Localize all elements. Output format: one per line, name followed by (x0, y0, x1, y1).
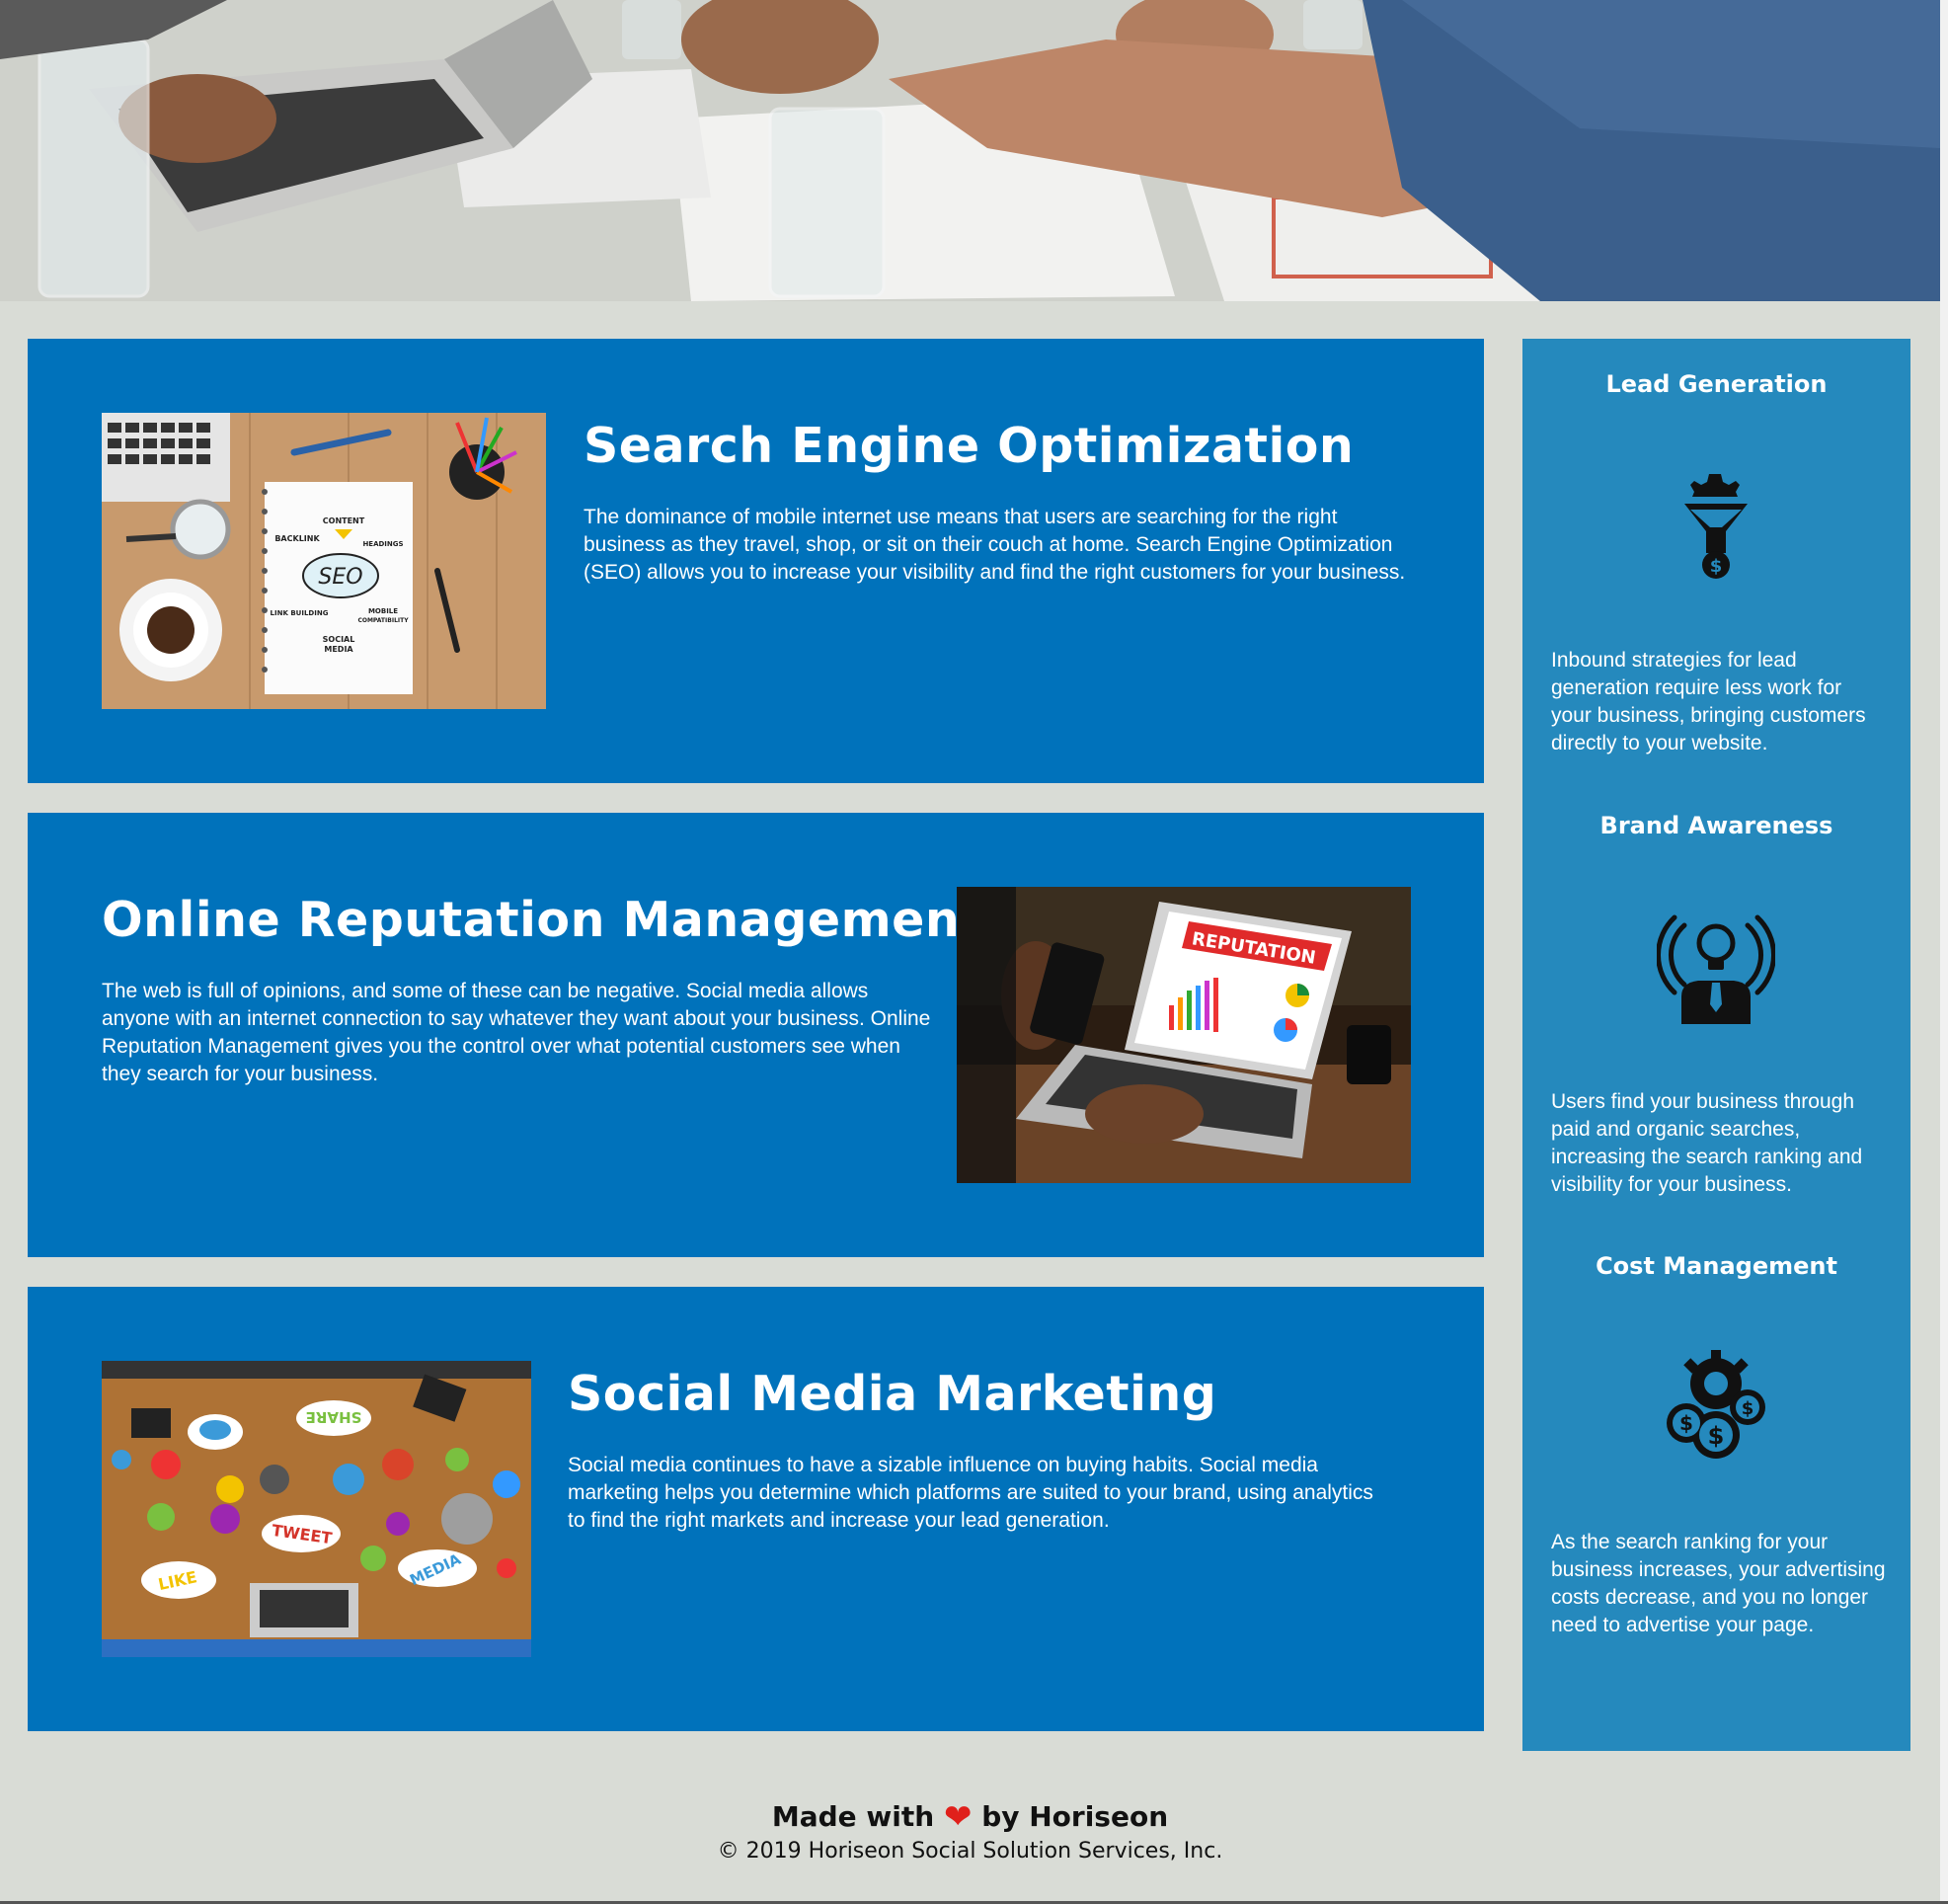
footer: Made with ❤ by Horiseon © 2019 Horiseon … (0, 1797, 1940, 1866)
svg-text:$: $ (1679, 1411, 1693, 1435)
benefits-sidebar: Lead Generation $ Inbound strategies for… (1522, 339, 1910, 1751)
scrollbar-track[interactable] (1940, 0, 1948, 1904)
smm-image: SHARE TWEET LIKE MEDIA (102, 1361, 531, 1657)
seo-section: SEO CONTENT BACKLINK HEADINGS LINK BUILD… (28, 339, 1484, 783)
svg-text:MEDIA: MEDIA (324, 645, 353, 654)
benefit-text: As the search ranking for your business … (1551, 1531, 1886, 1636)
benefit-text: Users find your business through paid an… (1551, 1090, 1863, 1196)
benefit-text: Inbound strategies for lead generation r… (1551, 649, 1866, 754)
made-with-suffix: by Horiseon (981, 1800, 1169, 1833)
hero-banner-image (0, 0, 1940, 301)
lead-funnel-icon: $ (1657, 464, 1775, 583)
svg-text:MOBILE: MOBILE (368, 607, 398, 615)
svg-text:$: $ (1710, 556, 1723, 577)
benefit-title: Brand Awareness (1599, 812, 1833, 839)
made-with-prefix: Made with (771, 1800, 935, 1833)
smm-title: Social Media Marketing (568, 1366, 1217, 1422)
main-content: SEO CONTENT BACKLINK HEADINGS LINK BUILD… (28, 339, 1484, 1761)
benefit-title: Cost Management (1596, 1252, 1837, 1280)
svg-text:CONTENT: CONTENT (323, 516, 365, 525)
lightbulb-broadcast-icon (1656, 906, 1776, 1024)
svg-text:$: $ (1742, 1398, 1754, 1419)
made-with-line: Made with ❤ by Horiseon (0, 1797, 1940, 1837)
smm-section: SHARE TWEET LIKE MEDIA Social Media Mark… (28, 1287, 1484, 1731)
svg-text:COMPATIBILITY: COMPATIBILITY (357, 617, 409, 624)
copyright: © 2019 Horiseon Social Solution Services… (717, 1839, 1223, 1864)
svg-text:SHARE: SHARE (306, 1408, 362, 1426)
seo-text: The dominance of mobile internet use mea… (584, 506, 1406, 584)
smm-text: Social media continues to have a sizable… (568, 1454, 1373, 1532)
orm-image: REPUTATION (957, 887, 1411, 1183)
heart-icon: ❤ (943, 1797, 973, 1837)
benefit-title: Lead Generation (1605, 370, 1828, 398)
svg-text:LINK BUILDING: LINK BUILDING (271, 609, 329, 617)
svg-text:BACKLINK: BACKLINK (274, 534, 320, 543)
orm-title: Online Reputation Management (102, 892, 984, 948)
svg-text:$: $ (1708, 1422, 1725, 1450)
seo-image: SEO CONTENT BACKLINK HEADINGS LINK BUILD… (102, 413, 546, 709)
orm-text: The web is full of opinions, and some of… (102, 980, 931, 1085)
svg-text:SOCIAL: SOCIAL (323, 635, 355, 644)
coins-gear-icon: $ $ $ (1657, 1346, 1775, 1465)
svg-text:SEO: SEO (318, 565, 362, 590)
orm-section: Online Reputation Management The web is … (28, 813, 1484, 1257)
seo-title: Search Engine Optimization (584, 418, 1355, 474)
svg-text:HEADINGS: HEADINGS (362, 540, 403, 548)
